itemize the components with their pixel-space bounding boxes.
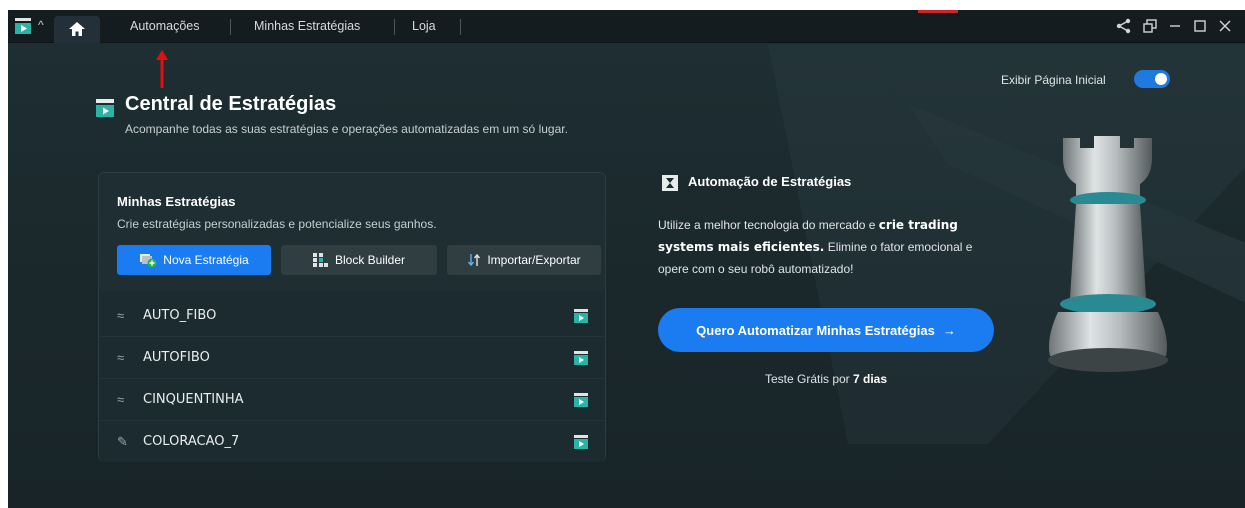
tab-minhas-estrategias[interactable]: Minhas Estratégias <box>254 19 360 33</box>
hourglass-icon <box>662 175 678 191</box>
block-builder-button[interactable]: Block Builder <box>281 245 437 275</box>
strategies-title: Minhas Estratégias <box>117 194 236 209</box>
new-strategy-label: Nova Estratégia <box>163 253 249 267</box>
chess-rook-illustration <box>1048 136 1168 372</box>
tab-separator <box>230 19 231 35</box>
block-builder-label: Block Builder <box>334 253 406 267</box>
annotation-arrow-icon <box>156 50 168 88</box>
strategies-subtitle: Crie estratégias personalizadas e potenc… <box>117 217 437 231</box>
tab-loja[interactable]: Loja <box>412 19 436 33</box>
strategies-panel: Minhas Estratégias Crie estratégias pers… <box>98 172 606 462</box>
top-bar: ^ Automações Minhas Estratégias Loja <box>8 10 1245 43</box>
list-item[interactable]: ≈ AUTOFIBO <box>99 337 605 379</box>
list-item[interactable]: ✎ COLORACAO_7 <box>99 421 605 463</box>
strategy-list: ≈ AUTO_FIBO ≈ AUTOFIBO ≈ CINQUENTINHA ✎ … <box>99 295 605 463</box>
run-strategy-icon[interactable] <box>573 350 589 366</box>
show-homepage-toggle[interactable] <box>1134 70 1170 88</box>
run-strategy-icon[interactable] <box>573 434 589 450</box>
run-strategy-icon[interactable] <box>573 392 589 408</box>
import-export-icon <box>468 253 481 267</box>
caret-up-icon[interactable]: ^ <box>38 18 44 32</box>
new-strategy-button[interactable]: Nova Estratégia <box>117 245 271 275</box>
tab-automacoes[interactable]: Automações <box>130 19 199 33</box>
strategy-wave-icon: ≈ <box>117 350 125 365</box>
strategy-name: CINQUENTINHA <box>143 392 244 407</box>
automate-strategies-button[interactable]: Quero Automatizar Minhas Estratégias → <box>658 308 994 352</box>
import-export-label: Importar/Exportar <box>487 253 581 267</box>
list-item[interactable]: ≈ CINQUENTINHA <box>99 379 605 421</box>
page-title: Central de Estratégias <box>125 93 337 115</box>
maximize-icon[interactable] <box>1193 19 1207 33</box>
automate-button-label: Quero Automatizar Minhas Estratégias <box>696 322 935 338</box>
trial-prefix: Teste Grátis por <box>764 372 853 386</box>
toggle-label: Exibir Página Inicial <box>1001 73 1106 87</box>
app-window: ^ Automações Minhas Estratégias Loja Exi… <box>8 10 1245 508</box>
pin-icon: ✎ <box>117 434 128 449</box>
automation-title: Automação de Estratégias <box>688 174 852 189</box>
new-strategy-icon <box>140 254 157 268</box>
share-icon[interactable] <box>1116 18 1132 34</box>
description-text-1: Utilize a melhor tecnologia do mercado e <box>658 218 879 232</box>
app-logo-icon[interactable] <box>14 17 32 35</box>
minimize-icon[interactable] <box>1169 19 1181 33</box>
strategy-center-icon <box>96 99 114 117</box>
page-subtitle: Acompanhe todas as suas estratégias e op… <box>125 122 568 136</box>
home-tab[interactable] <box>54 16 100 43</box>
block-builder-icon <box>312 253 328 267</box>
strategy-name: AUTOFIBO <box>143 350 210 365</box>
import-export-button[interactable]: Importar/Exportar <box>447 245 601 275</box>
run-strategy-icon[interactable] <box>573 308 589 324</box>
list-item[interactable]: ≈ AUTO_FIBO <box>99 295 605 337</box>
strategy-wave-icon: ≈ <box>117 392 125 407</box>
automation-description: Utilize a melhor tecnologia do mercado e… <box>658 214 988 280</box>
trial-days: 7 dias <box>853 372 888 386</box>
tab-separator <box>460 19 461 35</box>
red-strip <box>918 10 958 13</box>
popout-icon[interactable] <box>1143 19 1157 33</box>
trial-text: Teste Grátis por 7 dias <box>658 372 994 386</box>
strategy-wave-icon: ≈ <box>117 308 125 323</box>
strategy-name: AUTO_FIBO <box>143 308 217 323</box>
strategies-panel-header: Minhas Estratégias Crie estratégias pers… <box>99 173 605 291</box>
arrow-right-icon: → <box>942 322 956 338</box>
toggle-knob <box>1155 73 1167 85</box>
tab-separator <box>394 19 395 35</box>
close-icon[interactable] <box>1218 19 1232 33</box>
strategy-name: COLORACAO_7 <box>143 434 240 449</box>
home-icon <box>69 22 85 36</box>
